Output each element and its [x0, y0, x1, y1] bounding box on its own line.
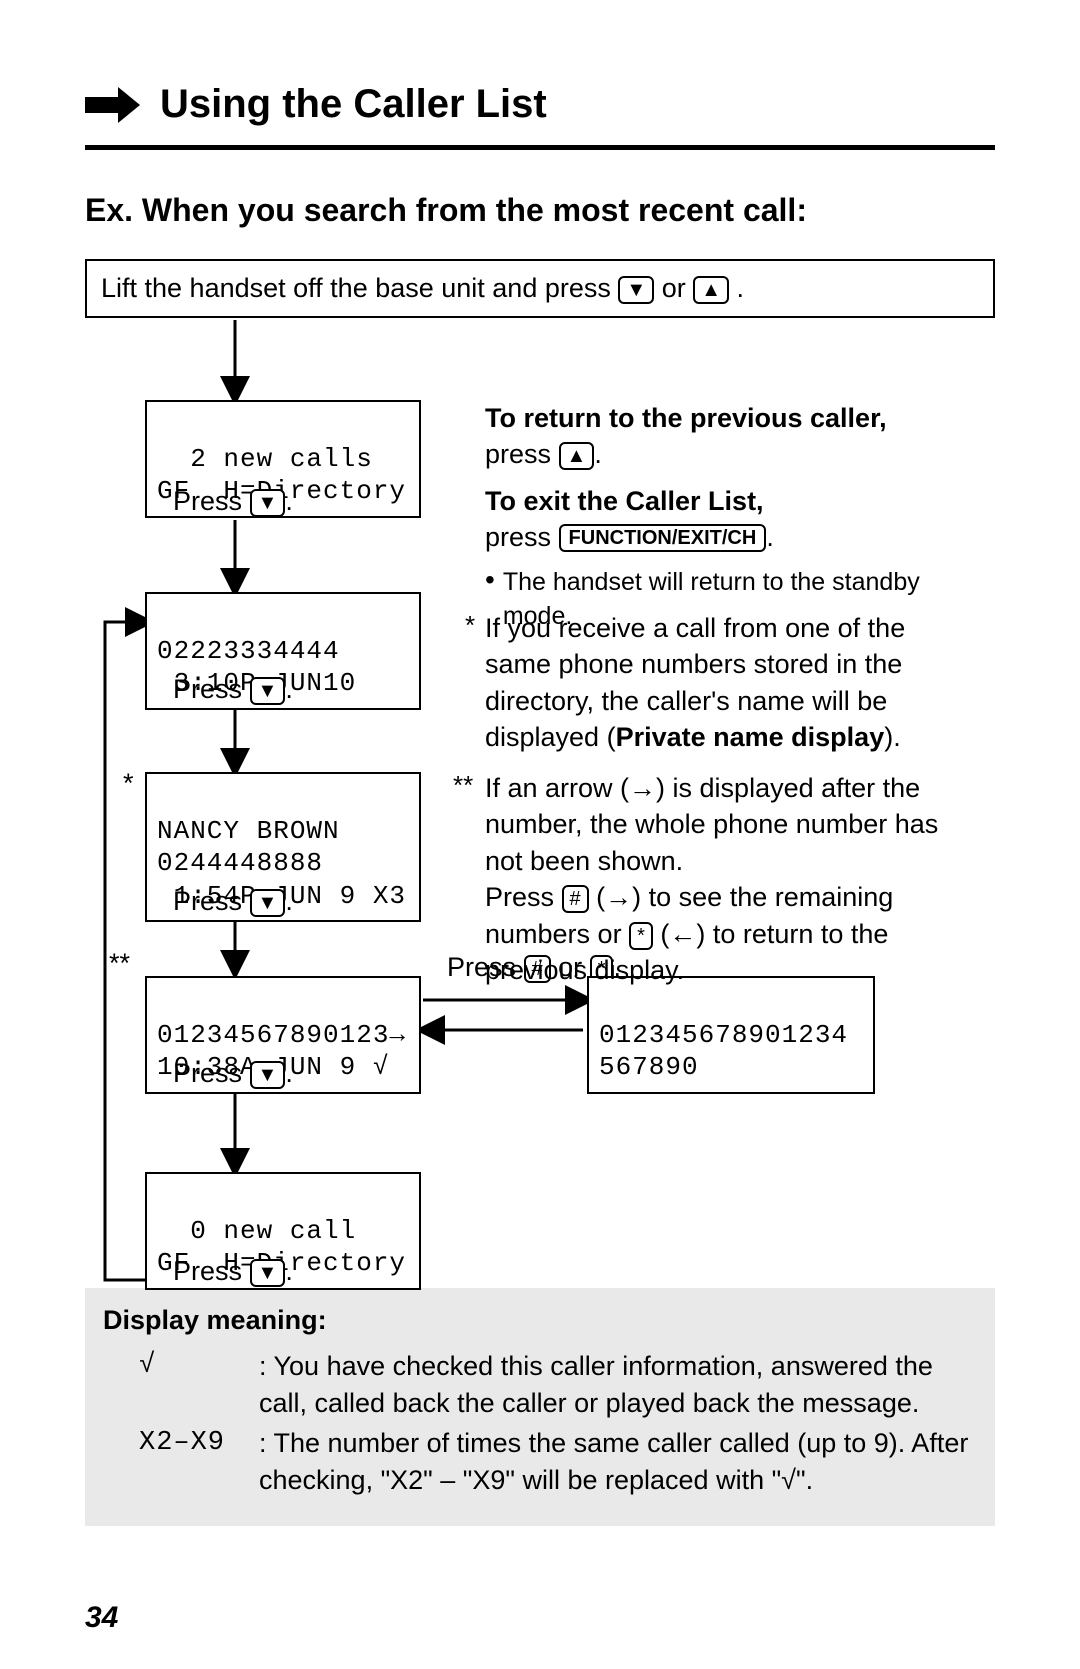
meaning-sym-0: √: [139, 1351, 156, 1381]
screen4b-line1: 012345678901234: [599, 1020, 848, 1050]
asterisk-double: **: [109, 948, 130, 979]
screen3-line1: NANCY BROWN: [157, 816, 340, 846]
footnote-1: * If you receive a call from one of the …: [485, 610, 973, 756]
period: .: [285, 886, 293, 916]
flow-area: 2 new calls GF H=Directory Press ▼. 0222…: [85, 328, 995, 1288]
screen3-line2: 0244448888: [157, 848, 323, 878]
up-button-icon: ▲: [693, 276, 729, 304]
period: .: [285, 1058, 293, 1088]
screen4b-line2: 567890: [599, 1052, 699, 1082]
function-exit-ch-button: FUNCTION/EXIT/CH: [559, 524, 767, 552]
meaning-row: X2–X9 : The number of times the same cal…: [139, 1425, 977, 1498]
intro-end: .: [737, 273, 745, 303]
period: .: [285, 486, 293, 516]
intro-text-prefix: Lift the handset off the base unit and p…: [101, 273, 618, 303]
press-word: Press: [173, 1256, 250, 1286]
exit-list-text-post: .: [766, 522, 774, 552]
screen2-line1: 02223334444: [157, 636, 340, 666]
period: .: [285, 674, 293, 704]
footnote-1-mark: *: [465, 608, 475, 643]
meaning-text-0: You have checked this caller information…: [259, 1351, 933, 1417]
screen4-line1: 01234567890123→: [157, 1020, 406, 1050]
press-word: Press: [173, 1058, 250, 1088]
intro-or: or: [662, 273, 694, 303]
page-title: Using the Caller List: [160, 82, 547, 127]
right-instructions: To return to the previous caller, press …: [485, 400, 973, 633]
footnote-2: ** If an arrow (→) is displayed after th…: [485, 770, 973, 989]
meaning-text-1: The number of times the same caller call…: [259, 1428, 968, 1494]
intro-box: Lift the handset off the base unit and p…: [85, 259, 995, 318]
press-word: Press: [173, 886, 250, 916]
press-word: Press: [173, 674, 250, 704]
period: .: [285, 1256, 293, 1286]
page-number: 34: [85, 1601, 118, 1635]
star-button-icon: *: [629, 922, 653, 950]
press-word: Press: [173, 486, 250, 516]
down-button-icon: ▼: [250, 489, 286, 517]
down-button-icon: ▼: [250, 677, 286, 705]
exit-list-heading: To exit the Caller List,: [485, 486, 764, 516]
up-button-icon: ▲: [559, 442, 595, 470]
asterisk-single: *: [123, 768, 134, 799]
page-title-row: Using the Caller List: [85, 82, 995, 127]
horizontal-rule: [85, 145, 995, 150]
display-meaning-panel: Display meaning: √ : You have checked th…: [85, 1288, 995, 1526]
screen1-line1: 2 new calls: [157, 444, 373, 474]
screen-caller-long-scrolled: 012345678901234 567890: [587, 976, 875, 1094]
caption-press-5: Press ▼.: [173, 1256, 293, 1287]
display-meaning-heading: Display meaning:: [103, 1302, 977, 1338]
caption-press-2: Press ▼.: [173, 674, 293, 705]
screen5-line1: 0 new call: [157, 1216, 356, 1246]
down-button-icon: ▼: [618, 276, 654, 304]
down-button-icon: ▼: [250, 1259, 286, 1287]
return-prev-text-pre: press: [485, 439, 559, 469]
down-button-icon: ▼: [250, 1061, 286, 1089]
footnote-2-text-b-pre: Press: [485, 882, 562, 912]
footnote-1-bold: Private name display: [616, 722, 885, 752]
return-prev-heading: To return to the previous caller,: [485, 403, 887, 433]
caption-press-3: Press ▼.: [173, 886, 293, 917]
meaning-row: √ : You have checked this caller informa…: [139, 1348, 977, 1421]
footnote-2-mark: **: [453, 768, 473, 803]
hash-button-icon: #: [562, 885, 589, 913]
down-button-icon: ▼: [250, 889, 286, 917]
subtitle: Ex. When you search from the most recent…: [85, 192, 995, 229]
exit-list-text-pre: press: [485, 522, 559, 552]
meaning-sym-1: X2–X9: [139, 1428, 225, 1458]
caption-press-1: Press ▼.: [173, 486, 293, 517]
footnote-2-text-a: If an arrow (→) is displayed after the n…: [485, 773, 938, 876]
section-arrow-icon: [85, 87, 140, 123]
caption-press-4: Press ▼.: [173, 1058, 293, 1089]
manual-page: Using the Caller List Ex. When you searc…: [0, 0, 1080, 1669]
return-prev-text-post: .: [594, 439, 602, 469]
footnote-1-text-b: ).: [884, 722, 901, 752]
